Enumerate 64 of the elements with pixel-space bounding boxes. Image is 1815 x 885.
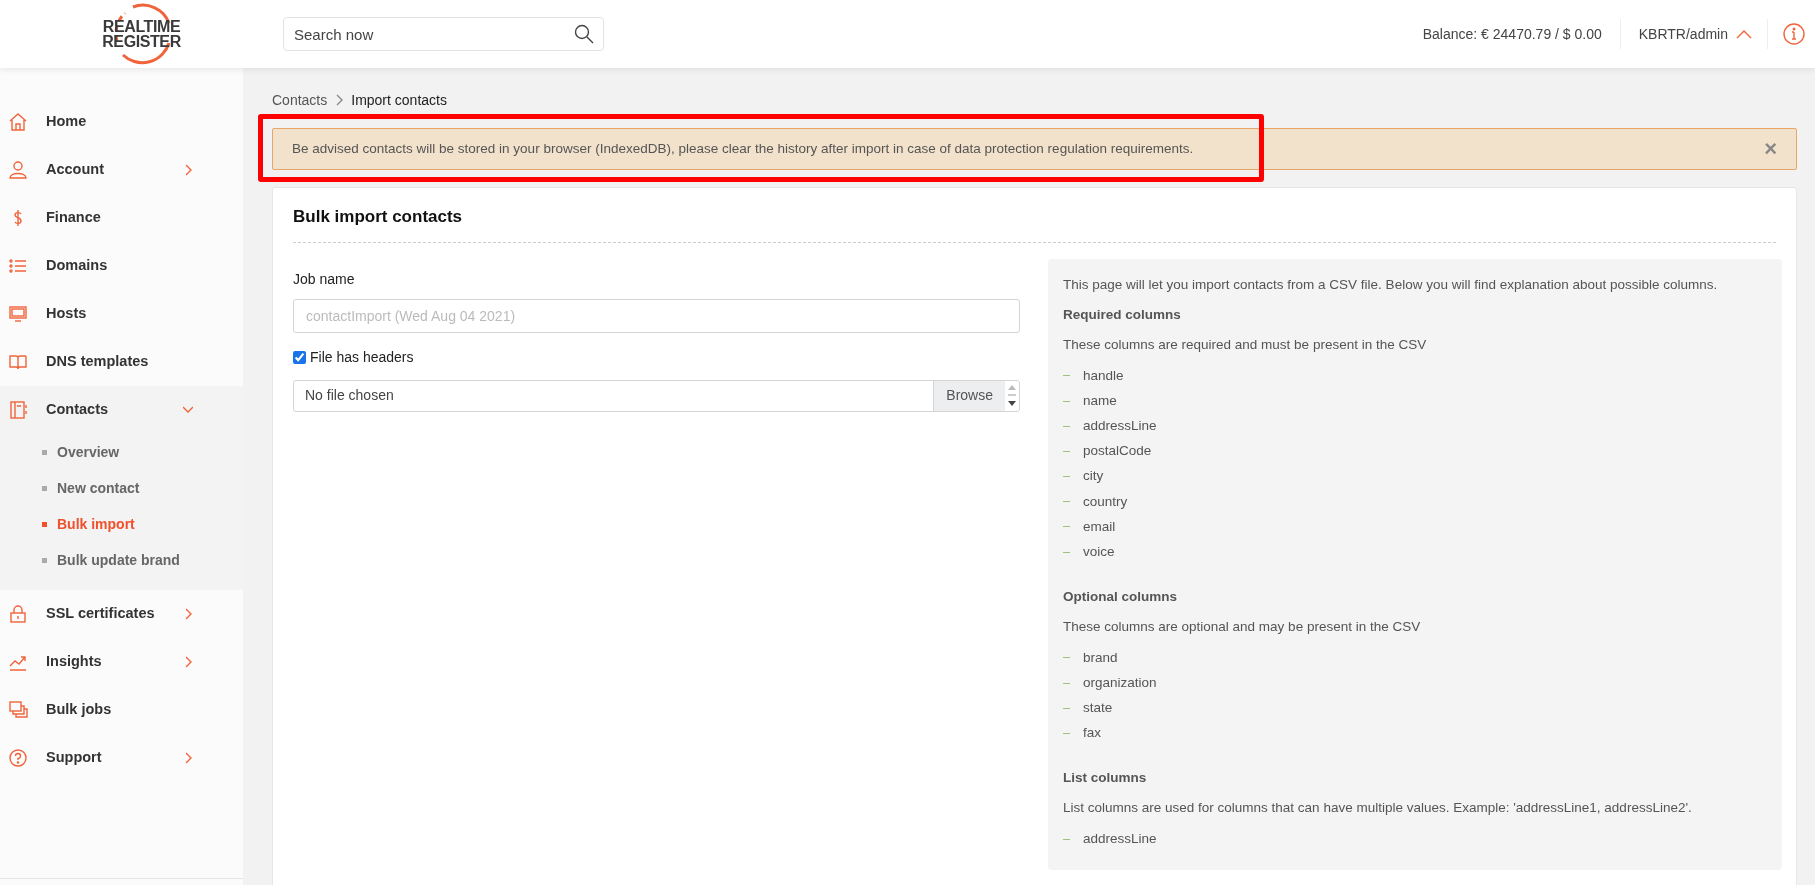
padlock-icon xyxy=(8,604,28,624)
question-circle-icon xyxy=(8,748,28,768)
dash-bullet xyxy=(1063,838,1070,840)
house-icon xyxy=(8,112,28,132)
info-icon xyxy=(1783,23,1805,45)
book-icon xyxy=(8,352,28,372)
submenu-item[interactable]: New contact xyxy=(0,470,243,506)
dash-bullet xyxy=(1063,551,1070,553)
info-text: List columns are used for columns that can have multiple values. Example: 'addressLine1, addressLine2'. xyxy=(1063,799,1693,818)
breadcrumb-item: Import contacts xyxy=(351,90,447,110)
info-text: These columns are optional and may be present in the CSV xyxy=(1063,618,1422,636)
search-icon xyxy=(574,24,594,44)
column-name: postalCode xyxy=(1083,442,1152,461)
column-name: voice xyxy=(1083,543,1115,562)
caret-icon xyxy=(1736,29,1752,39)
dash-bullet xyxy=(1063,526,1070,528)
dash-bullet xyxy=(1063,425,1070,427)
notebook-icon xyxy=(8,400,28,420)
person-icon xyxy=(8,160,28,180)
dash-bullet xyxy=(1063,707,1070,709)
search-field[interactable]: Search now xyxy=(283,17,604,51)
alert-text: Be advised contacts will be stored in your browser (IndexedDB), please clear the history after import in case of data protection regulation requirements. xyxy=(292,139,1194,158)
user-menu[interactable]: KBRTR/admin xyxy=(1638,23,1752,45)
browse-button[interactable]: Browse xyxy=(933,380,1005,411)
section-heading: List columns xyxy=(1063,769,1148,787)
list-icon xyxy=(8,256,28,276)
dash-bullet xyxy=(1063,400,1070,402)
info-text: This page will let you import contacts from a CSV file. Below you will find explanation about possible columns. xyxy=(1063,275,1719,294)
monitor-icon xyxy=(8,304,28,324)
info-text: These columns are required and must be present in the CSV xyxy=(1063,336,1428,354)
dash-bullet xyxy=(1063,682,1070,684)
column-name: name xyxy=(1083,391,1117,410)
column-name: addressLine xyxy=(1083,417,1157,436)
field-label: Job name xyxy=(293,269,356,289)
file-field[interactable]: No file chosen Browse xyxy=(293,379,1020,412)
section-heading: Required columns xyxy=(1063,305,1182,324)
column-name: addressLine xyxy=(1083,829,1157,848)
column-name: email xyxy=(1083,517,1116,536)
logo-text: REALTIME xyxy=(102,19,181,34)
checkbox-label: File has headers xyxy=(310,347,414,367)
job-name-field[interactable]: contactImport (Wed Aug 04 2021) xyxy=(293,298,1020,333)
dash-bullet xyxy=(1063,732,1070,734)
column-name: organization xyxy=(1083,673,1157,692)
section-heading: Optional columns xyxy=(1063,587,1178,606)
column-name: city xyxy=(1083,467,1104,486)
column-name: state xyxy=(1083,699,1113,718)
dash-bullet xyxy=(1063,657,1070,659)
headers-checkbox[interactable] xyxy=(293,350,306,364)
submenu-item[interactable]: Overview xyxy=(0,434,243,470)
column-name: fax xyxy=(1083,724,1101,743)
chevron-icon xyxy=(335,94,344,106)
dash-bullet xyxy=(1063,450,1070,452)
submenu-item[interactable]: Bulk update brand xyxy=(0,542,243,578)
dash-bullet xyxy=(1063,375,1070,377)
dash-bullet xyxy=(1063,501,1070,503)
dash-bullet xyxy=(1063,476,1070,478)
column-name: country xyxy=(1083,492,1128,511)
column-name: brand xyxy=(1083,648,1118,667)
column-name: handle xyxy=(1083,366,1124,385)
breadcrumb-item[interactable]: Contacts xyxy=(272,89,328,111)
stacked-squares-icon xyxy=(8,700,28,720)
logo-text: REGISTER xyxy=(102,34,181,49)
card-title: Bulk import contacts xyxy=(293,204,1776,243)
balance-text: Balance: € 24470.79 / $ 0.00 xyxy=(1422,24,1602,44)
